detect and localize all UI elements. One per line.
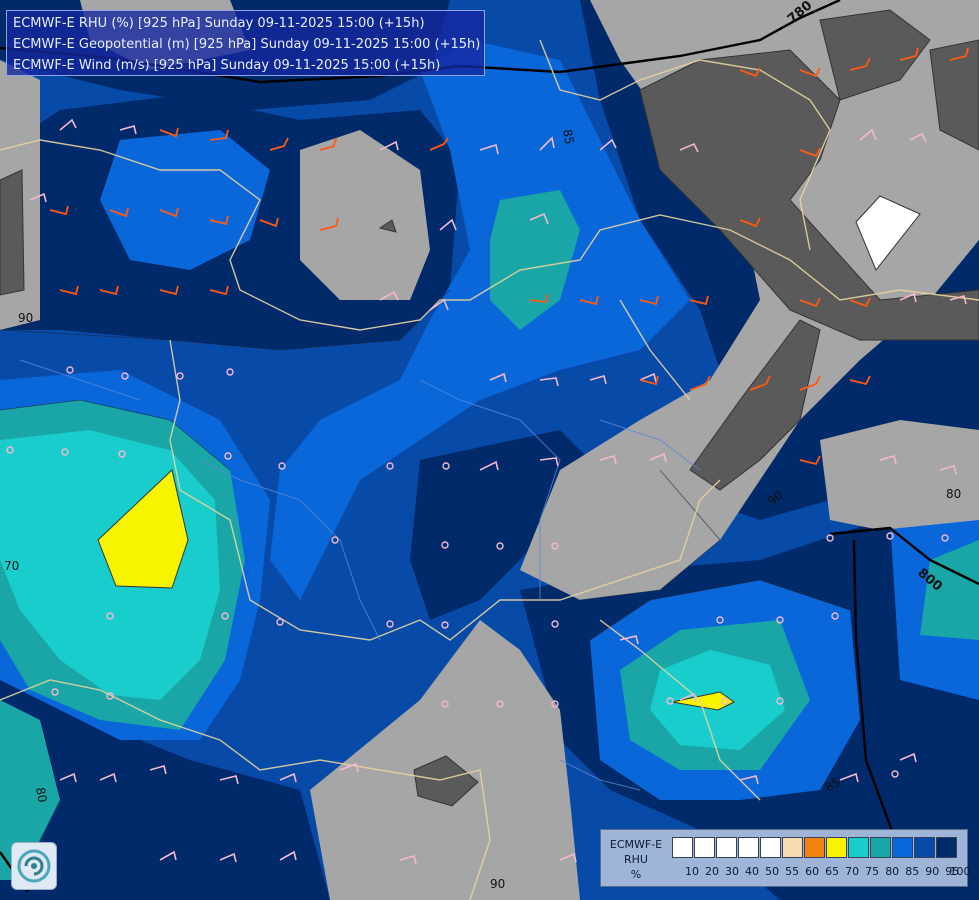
ecmwf-swirl-logo-icon xyxy=(11,842,57,890)
title-line-rhu: ECMWF-E RHU (%) [925 hPa] Sunday 09-11-2… xyxy=(13,16,425,31)
rhu-map: 780 800 85 90 90 70 80 80 85 90 80 90 xyxy=(0,0,979,900)
legend-swatch xyxy=(804,837,825,858)
rhu-label-70: 70 xyxy=(4,559,19,573)
map-title-box: ECMWF-E RHU (%) [925 hPa] Sunday 09-11-2… xyxy=(6,10,485,76)
legend-tick-label: 20 xyxy=(705,865,720,878)
legend-ticks: 10 20 30 40 50 55 60 65 70 75 80 85 90 95 100 xyxy=(672,865,971,881)
legend-tick-label: 40 xyxy=(745,865,760,878)
legend-tick-label: 90 xyxy=(925,865,940,878)
legend-swatches xyxy=(672,837,958,858)
legend-tick-label: 70 xyxy=(845,865,860,878)
legend-tick-label: 30 xyxy=(725,865,740,878)
rhu-legend: ECMWF-E RHU % 10 20 30 40 50 55 60 65 70 75 80 85 90… xyxy=(600,829,971,887)
legend-swatch xyxy=(892,837,913,858)
legend-swatch xyxy=(848,837,869,858)
rhu-label-90-west: 90 xyxy=(18,311,33,325)
legend-swatch xyxy=(694,837,715,858)
legend-title: ECMWF-E RHU % xyxy=(609,838,663,881)
legend-swatch xyxy=(870,837,891,858)
legend-tick-label: 80 xyxy=(885,865,900,878)
legend-tick-label: 60 xyxy=(805,865,820,878)
rhu-label-90-south: 90 xyxy=(490,877,505,891)
legend-swatch xyxy=(760,837,781,858)
legend-tick-label: 85 xyxy=(905,865,920,878)
rhu-label-80-south: 80 xyxy=(33,786,49,803)
legend-swatch xyxy=(716,837,737,858)
legend-swatch xyxy=(914,837,935,858)
legend-tick-label: 100 xyxy=(949,865,971,878)
legend-tick-label: 10 xyxy=(685,865,699,878)
legend-tick-label: 50 xyxy=(765,865,780,878)
legend-tick-label: 65 xyxy=(825,865,840,878)
legend-swatch xyxy=(782,837,803,858)
legend-swatch xyxy=(672,837,693,858)
legend-tick-label: 75 xyxy=(865,865,880,878)
legend-swatch xyxy=(936,837,957,858)
title-line-wind: ECMWF-E Wind (m/s) [925 hPa] Sunday 09-1… xyxy=(13,58,441,73)
title-line-geopotential: ECMWF-E Geopotential (m) [925 hPa] Sunda… xyxy=(13,37,481,52)
legend-tick-label: 55 xyxy=(785,865,800,878)
legend-swatch xyxy=(738,837,759,858)
legend-swatch xyxy=(826,837,847,858)
rhu-label-80-east: 80 xyxy=(946,487,961,501)
rhu-label-85-north: 85 xyxy=(560,128,576,145)
